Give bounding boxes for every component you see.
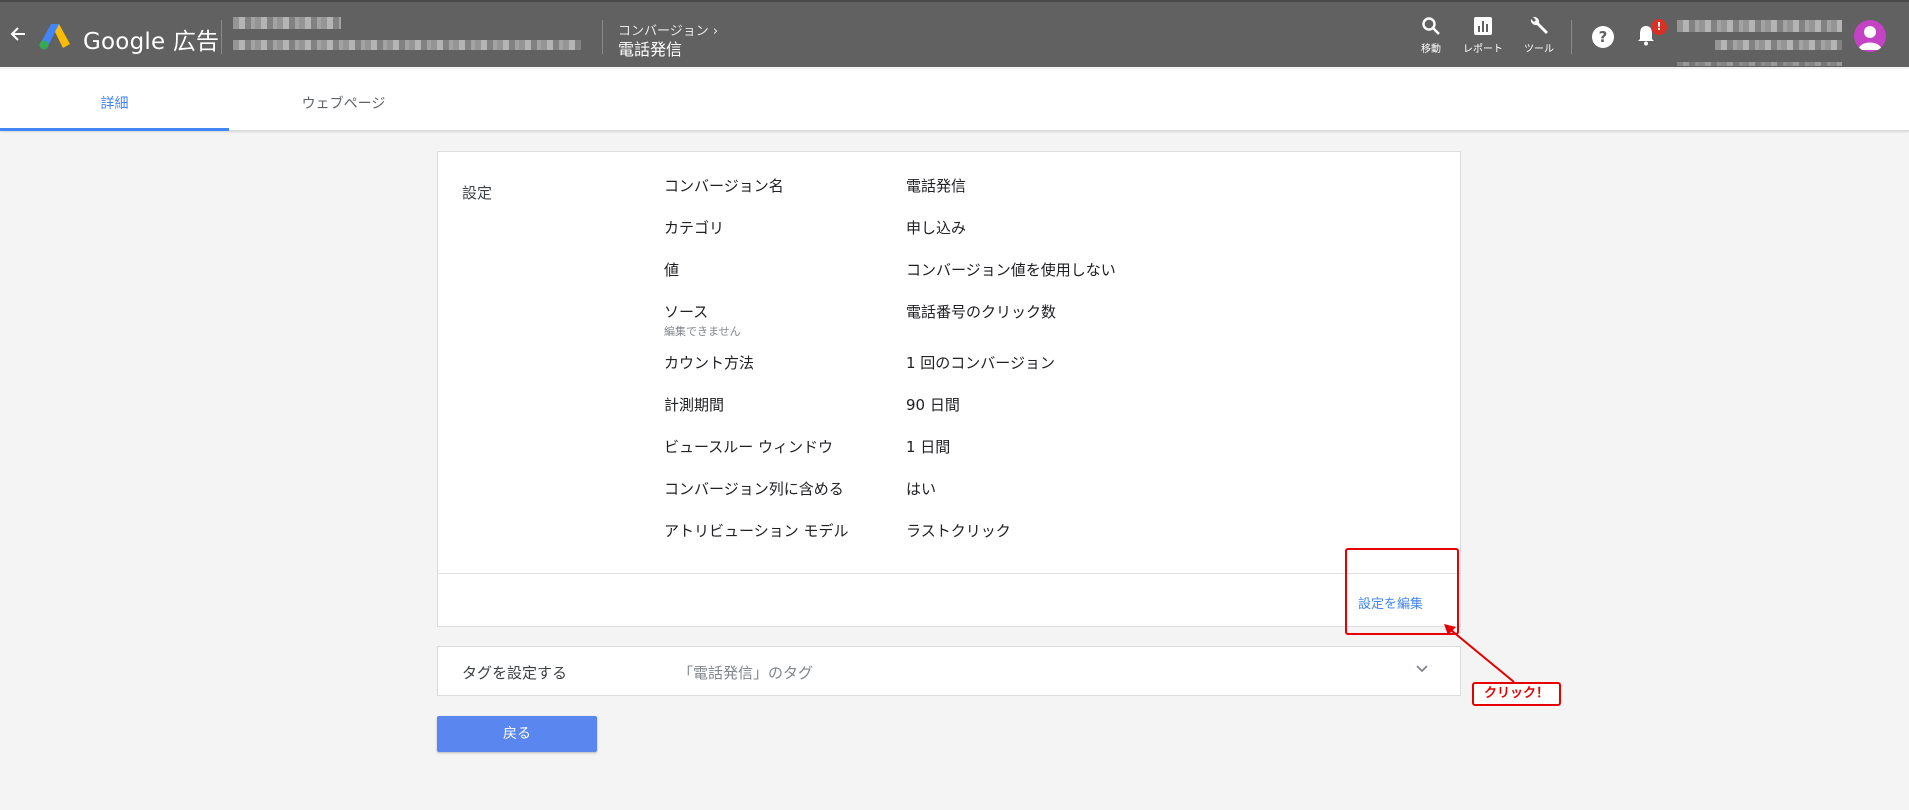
setting-value-window: 90 日間 xyxy=(906,396,960,414)
report-icon xyxy=(1474,17,1492,35)
setting-label-attribution: アトリビューション モデル xyxy=(664,522,849,540)
account-avatar[interactable] xyxy=(1854,20,1886,52)
settings-card: 設定 コンバージョン名 電話発信 カテゴリ 申し込み 値 コンバージョン値を使用… xyxy=(437,151,1461,627)
tag-setup-label: タグを設定する xyxy=(462,664,568,682)
help-icon[interactable]: ? xyxy=(1592,26,1614,48)
setting-label-category: カテゴリ xyxy=(664,219,725,237)
setting-value-source: 電話番号のクリック数 xyxy=(906,303,1057,321)
chevron-down-icon[interactable] xyxy=(1415,664,1429,674)
annotation-arrow-icon xyxy=(1444,624,1515,683)
header-divider xyxy=(1571,20,1572,54)
setting-value-category: 申し込み xyxy=(906,219,967,237)
annotation-label: クリック！ xyxy=(1472,682,1561,706)
setting-label-include: コンバージョン列に含める xyxy=(664,480,844,498)
tools-button[interactable]: ツール xyxy=(1514,16,1564,55)
google-ads-logo-icon xyxy=(39,24,70,50)
redacted-user-email xyxy=(1677,20,1842,32)
setting-value-count: 1 回のコンバージョン xyxy=(906,354,1056,372)
back-arrow-icon[interactable] xyxy=(8,24,28,44)
search-icon xyxy=(1422,17,1440,35)
tab-webpages[interactable]: ウェブページ xyxy=(229,69,458,131)
setting-value-include: はい xyxy=(906,480,937,498)
page-title: 電話発信 xyxy=(618,40,683,59)
redacted-account-name xyxy=(233,17,341,29)
top-app-bar: Google 広告 コンバージョン › 電話発信 移動 レポート ツール ? ! xyxy=(0,0,1909,67)
header-divider xyxy=(602,20,603,54)
setting-value-value: コンバージョン値を使用しない xyxy=(906,261,1116,279)
redacted-underline xyxy=(1677,62,1842,66)
tab-details[interactable]: 詳細 xyxy=(0,69,229,131)
setting-label-source: ソース xyxy=(664,303,709,321)
header-divider xyxy=(221,20,222,54)
person-icon xyxy=(1858,26,1882,50)
setting-value-attribution: ラストクリック xyxy=(906,522,1011,540)
setting-label-value: 値 xyxy=(664,261,680,279)
notification-badge: ! xyxy=(1651,19,1667,35)
card-divider xyxy=(438,573,1460,574)
wrench-icon xyxy=(1530,16,1548,34)
tag-setup-panel[interactable]: タグを設定する 「電話発信」のタグ xyxy=(437,646,1461,696)
setting-label-window: 計測期間 xyxy=(664,396,725,414)
back-button[interactable]: 戻る xyxy=(437,716,597,752)
setting-label-count: カウント方法 xyxy=(664,354,755,372)
tab-bar: 詳細 ウェブページ xyxy=(0,69,1909,131)
redacted-account-id xyxy=(233,40,581,50)
tag-setup-value: 「電話発信」のタグ xyxy=(678,664,814,682)
chevron-right-icon: › xyxy=(712,24,719,39)
setting-label-view-through: ビュースルー ウィンドウ xyxy=(664,438,834,456)
setting-value-view-through: 1 日間 xyxy=(906,438,951,456)
redacted-customer-id xyxy=(1715,40,1842,50)
setting-value-conversion-name: 電話発信 xyxy=(906,177,967,195)
product-name: Google 広告 xyxy=(83,29,220,55)
reports-button[interactable]: レポート xyxy=(1458,16,1508,55)
setting-label-conversion-name: コンバージョン名 xyxy=(664,177,784,195)
section-title: 設定 xyxy=(462,184,493,202)
setting-sublabel-source: 編集できません xyxy=(664,325,741,338)
goto-button[interactable]: 移動 xyxy=(1406,16,1456,55)
